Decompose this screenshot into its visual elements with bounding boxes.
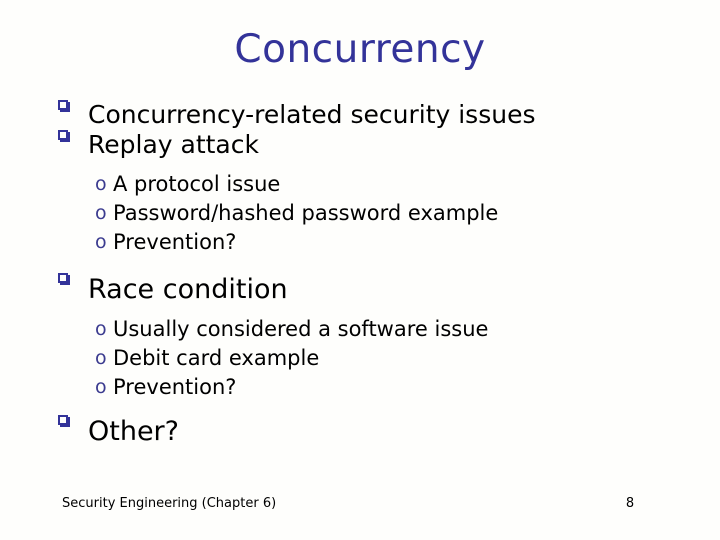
subbullet-label: Password/hashed password example [113,201,499,225]
square-bullet-icon [58,415,88,425]
subbullet-group-replay-attack: o A protocol issue o Password/hashed pas… [95,170,678,257]
square-bullet-icon [58,273,88,283]
subbullet-item-a-protocol-issue: o A protocol issue [95,170,678,199]
subbullet-item-prevention-replay: o Prevention? [95,228,678,257]
subbullet-label: Prevention? [113,375,237,399]
bullet-item-replay-attack: Replay attack [58,130,678,159]
subbullet-item-usually-considered-a-software-issue: o Usually considered a software issue [95,315,678,344]
circle-o-bullet-icon: o [95,347,107,369]
subbullet-label: Debit card example [113,346,320,370]
bullet-item-race-condition: Race condition [58,273,678,306]
circle-o-bullet-icon: o [95,173,107,195]
slide-page-number: 8 [625,496,635,511]
slide-canvas: Concurrency Concurrency-related security… [0,0,720,540]
square-bullet-icon [58,100,88,110]
subbullet-item-debit-card-example: o Debit card example [95,344,678,373]
bullet-item-concurrency-related-security-issues: Concurrency-related security issues [58,100,678,129]
slide-body: Concurrency-related security issues Repl… [58,100,678,448]
circle-o-bullet-icon: o [95,376,107,398]
page-title: Concurrency [234,27,486,72]
bullet-label: Race condition [88,274,288,305]
bullet-label: Other? [88,416,179,447]
subbullet-item-prevention-race: o Prevention? [95,373,678,402]
subbullet-group-race-condition: o Usually considered a software issue o … [95,315,678,402]
bullet-label: Concurrency-related security issues [88,100,536,129]
slide-footer-text: Security Engineering (Chapter 6) [62,496,277,511]
subbullet-item-password-hashed-password-example: o Password/hashed password example [95,199,678,228]
bullet-label: Replay attack [88,130,259,159]
circle-o-bullet-icon: o [95,318,107,340]
square-bullet-icon [58,130,88,140]
circle-o-bullet-icon: o [95,231,107,253]
circle-o-bullet-icon: o [95,202,107,224]
subbullet-label: Prevention? [113,230,237,254]
subbullet-label: Usually considered a software issue [113,317,489,341]
subbullet-label: A protocol issue [113,172,281,196]
bullet-item-other: Other? [58,415,678,448]
